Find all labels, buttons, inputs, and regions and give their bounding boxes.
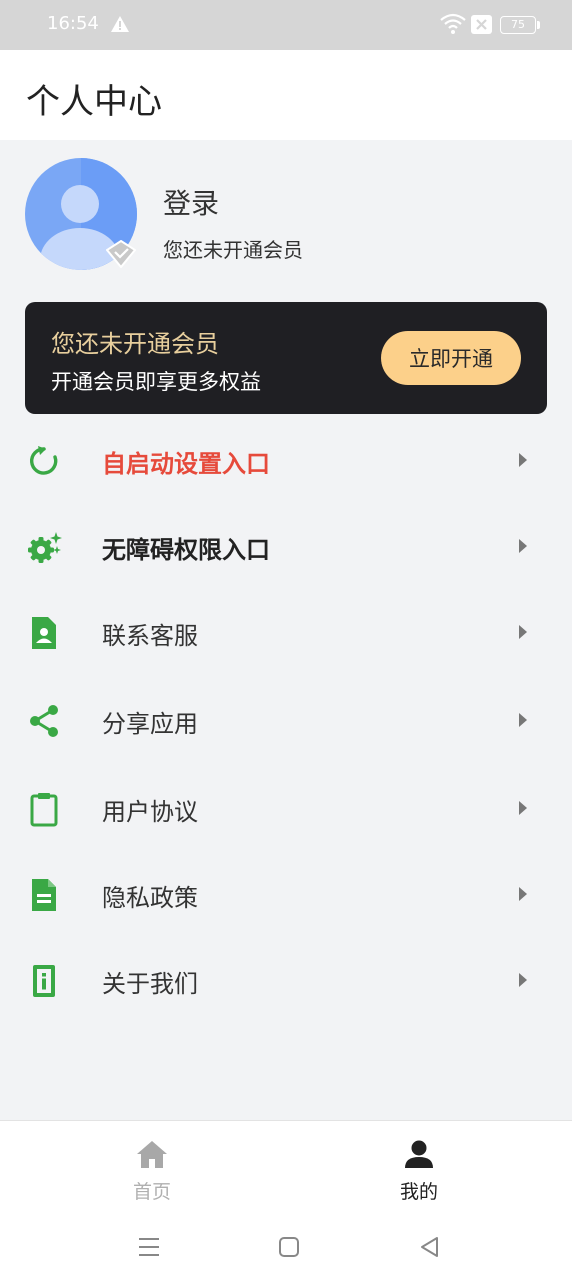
- menu-label-share-app: 分享应用: [102, 710, 198, 738]
- home-icon: [137, 1141, 167, 1168]
- wifi-icon: [440, 13, 466, 34]
- menu-label-user-agreement: 用户协议: [102, 798, 198, 826]
- header: 个人中心: [0, 50, 572, 140]
- refresh-icon: [29, 446, 58, 475]
- menu-item-autostart[interactable]: 自启动设置入口: [0, 416, 572, 502]
- chevron-right-icon: [519, 973, 527, 987]
- no-sim-icon: [471, 15, 492, 34]
- menu-label-privacy-policy: 隐私政策: [102, 884, 198, 912]
- info-icon: [33, 965, 55, 997]
- chevron-right-icon: [519, 539, 527, 553]
- clipboard-icon: [30, 793, 58, 827]
- menu-label-autostart: 自启动设置入口: [102, 450, 270, 478]
- person-icon: [405, 1140, 433, 1168]
- back-button-icon[interactable]: [416, 1233, 444, 1261]
- recent-apps-icon[interactable]: [135, 1233, 163, 1261]
- home-button-icon[interactable]: [275, 1233, 303, 1261]
- document-icon: [32, 879, 56, 911]
- tab-home[interactable]: 首页: [92, 1135, 212, 1205]
- menu-item-share-app[interactable]: 分享应用: [0, 676, 572, 762]
- battery-icon: 75: [500, 16, 540, 34]
- menu-label-contact-support: 联系客服: [102, 622, 198, 650]
- chevron-right-icon: [519, 625, 527, 639]
- chevron-right-icon: [519, 887, 527, 901]
- vip-card: 您还未开通会员 开通会员即享更多权益 立即开通: [25, 302, 547, 414]
- menu-item-user-agreement[interactable]: 用户协议: [0, 764, 572, 850]
- page-title: 个人中心: [26, 82, 162, 122]
- vip-title: 您还未开通会员: [51, 330, 219, 358]
- vip-subtitle: 开通会员即享更多权益: [51, 370, 261, 394]
- share-icon: [30, 705, 58, 737]
- status-time: 16:54: [47, 13, 99, 34]
- menu-item-about-us[interactable]: 关于我们: [0, 936, 572, 1022]
- activate-membership-button[interactable]: 立即开通: [381, 331, 521, 385]
- status-bar: 16:54 75: [0, 0, 572, 50]
- verified-badge-icon: [106, 240, 136, 268]
- member-status-text: 您还未开通会员: [163, 238, 303, 262]
- chevron-right-icon: [519, 453, 527, 467]
- menu-label-accessibility: 无障碍权限入口: [102, 536, 270, 564]
- tab-home-label: 首页: [132, 1181, 171, 1203]
- tab-mine[interactable]: 我的: [359, 1135, 479, 1205]
- chevron-right-icon: [519, 713, 527, 727]
- bottom-nav: 首页 我的: [0, 1120, 572, 1280]
- warning-icon: [111, 16, 129, 32]
- menu-item-contact-support[interactable]: 联系客服: [0, 588, 572, 674]
- login-link[interactable]: 登录: [163, 182, 219, 222]
- battery-level: 75: [511, 18, 525, 31]
- contact-card-icon: [32, 617, 56, 649]
- menu-label-about-us: 关于我们: [102, 970, 198, 998]
- menu-item-privacy-policy[interactable]: 隐私政策: [0, 850, 572, 936]
- tab-mine-label: 我的: [399, 1181, 438, 1203]
- menu-item-accessibility[interactable]: 无障碍权限入口: [0, 502, 572, 588]
- gear-sparkle-icon: [28, 532, 62, 563]
- chevron-right-icon: [519, 801, 527, 815]
